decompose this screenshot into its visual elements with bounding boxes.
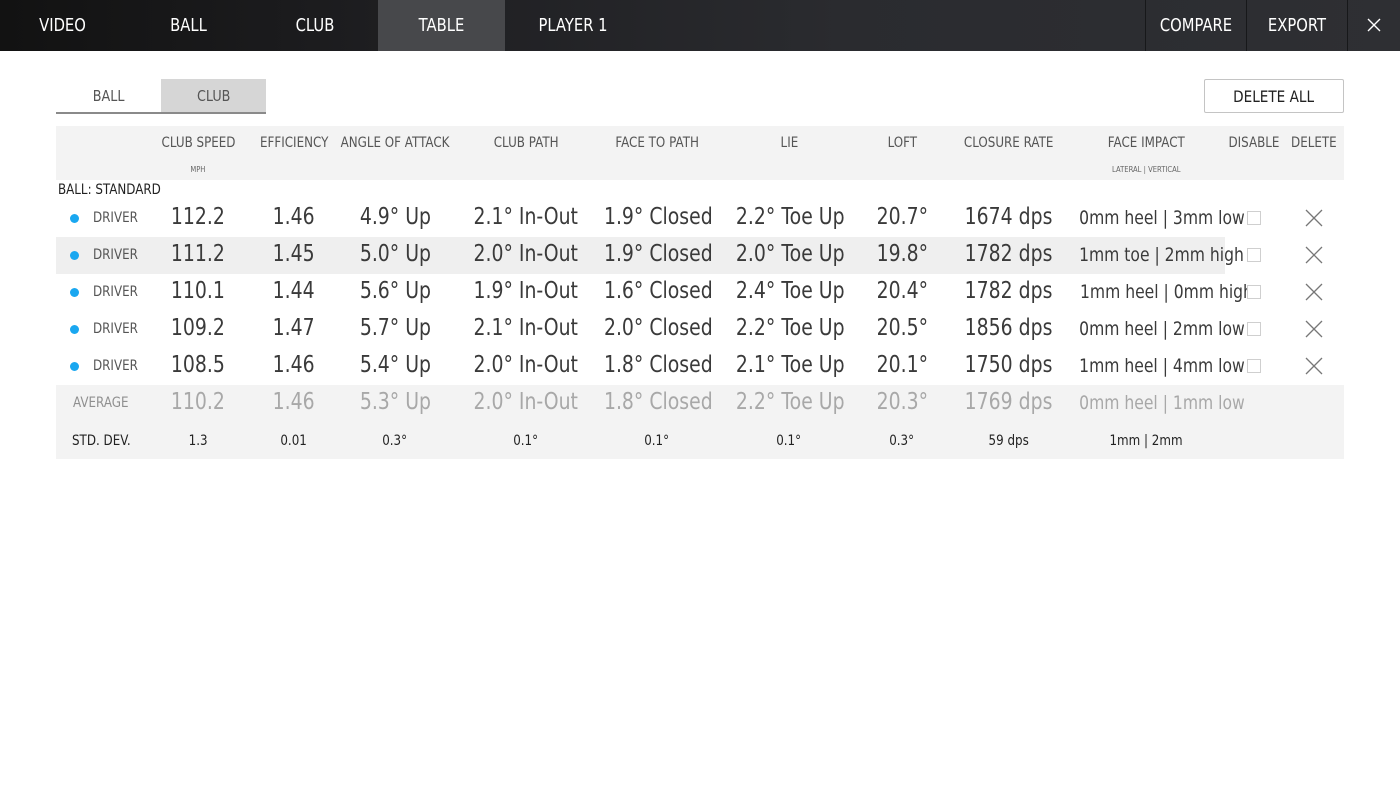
table-cell: 1750 dps [965, 352, 1053, 378]
top-navigation-bar: VIDEO BALL CLUB TABLE PLAYER 1 COMPARE E… [0, 0, 1400, 51]
stddev-cell: 0.3° [889, 433, 915, 449]
column-header: DELETE [1291, 135, 1337, 151]
table-cell: 1.6° Closed [603, 278, 713, 304]
table-cell: 4.9° Up [359, 204, 431, 230]
disable-checkbox[interactable] [1247, 322, 1261, 336]
table-cell: 2.2° Toe Up [735, 315, 845, 341]
average-cell: 5.3° Up [359, 389, 431, 415]
shot-color-dot [70, 362, 79, 371]
subtab-ball[interactable]: BALL [56, 79, 161, 112]
table-cell: 2.0° In-Out [473, 241, 579, 267]
delete-row-button[interactable] [1304, 282, 1324, 302]
disable-checkbox[interactable] [1247, 248, 1261, 262]
stddev-cell: 59 dps [988, 433, 1030, 449]
delete-x-icon [1305, 283, 1323, 301]
table-cell: 1782 dps [965, 241, 1053, 267]
table-row[interactable]: DRIVER 108.5 1.46 5.4° Up 2.0° In-Out 1.8° Cl… [56, 348, 1344, 385]
nav-tab-ball[interactable]: BALL [136, 0, 240, 51]
delete-x-icon [1305, 320, 1323, 338]
view-subtabs: BALL CLUB [56, 79, 266, 114]
table-cell: 1mm toe | 2mm high [1079, 244, 1244, 266]
table-cell: 2.0° Toe Up [735, 241, 845, 267]
stddev-label: STD. DEV. [72, 433, 131, 449]
subtab-ball-label: BALL [92, 87, 125, 105]
delete-x-icon [1305, 209, 1323, 227]
stddev-cell: 0.3° [382, 433, 408, 449]
table-cell: 2.1° Toe Up [735, 352, 845, 378]
subtab-club[interactable]: CLUB [161, 79, 266, 112]
delete-row-button[interactable] [1304, 245, 1324, 265]
stddev-cell: 0.1° [776, 433, 802, 449]
average-cell: 2.2° Toe Up [735, 389, 845, 415]
column-header: CLUB PATH [493, 135, 559, 151]
table-cell: 5.4° Up [359, 352, 431, 378]
export-button[interactable]: EXPORT [1256, 0, 1338, 51]
delete-all-label: DELETE ALL [1233, 87, 1315, 106]
disable-checkbox[interactable] [1247, 211, 1261, 225]
average-cell: 1.8° Closed [603, 389, 713, 415]
stddev-cell: 0.1° [644, 433, 670, 449]
disable-checkbox[interactable] [1247, 359, 1261, 373]
table-cell: 1674 dps [965, 204, 1053, 230]
average-cell: 0mm heel | 1mm low [1079, 392, 1245, 414]
close-button[interactable] [1348, 0, 1400, 51]
disable-checkbox[interactable] [1247, 285, 1261, 299]
table-cell: 1782 dps [965, 278, 1053, 304]
column-unit: MPH [190, 165, 206, 174]
table-cell: 5.6° Up [359, 278, 431, 304]
column-header: ANGLE OF ATTACK [340, 135, 450, 151]
table-cell: 5.7° Up [359, 315, 431, 341]
shot-color-dot [70, 288, 79, 297]
shot-color-dot [70, 214, 79, 223]
average-cell: 1769 dps [965, 389, 1053, 415]
table-row[interactable]: DRIVER 111.2 1.45 5.0° Up 2.0° In-Out 1.9° Cl… [56, 237, 1344, 274]
column-header: FACE TO PATH [615, 135, 699, 151]
subtab-club-label: CLUB [196, 87, 231, 105]
compare-button[interactable]: COMPARE [1155, 0, 1237, 51]
delete-x-icon [1305, 357, 1323, 375]
table-cell: 1.8° Closed [603, 352, 713, 378]
table-cell: 1856 dps [965, 315, 1053, 341]
table-cell: 2.0° In-Out [473, 352, 579, 378]
table-cell: 2.4° Toe Up [735, 278, 845, 304]
table-cell: 1.9° Closed [603, 241, 713, 267]
shot-color-dot [70, 251, 79, 260]
nav-divider [1145, 0, 1146, 51]
column-header: CLOSURE RATE [964, 135, 1054, 151]
nav-divider [1246, 0, 1247, 51]
delete-x-icon [1305, 246, 1323, 264]
table-cell: 0mm heel | 2mm low [1079, 318, 1245, 340]
table-cell: 5.0° Up [359, 241, 431, 267]
table-row[interactable]: DRIVER 110.1 1.44 5.6° Up 1.9° In-Out 1.6° Cl… [56, 274, 1344, 311]
shot-color-dot [70, 325, 79, 334]
summary-block: AVERAGE 110.2 1.46 5.3° Up 2.0° In-Out 1.8° C… [56, 385, 1344, 459]
nav-tab-video[interactable]: VIDEO [11, 0, 114, 51]
delete-row-button[interactable] [1304, 208, 1324, 228]
stddev-cell: 1mm | 2mm [1109, 433, 1183, 449]
stddev-cell: 0.1° [513, 433, 539, 449]
delete-row-button[interactable] [1304, 356, 1324, 376]
column-unit: LATERAL | VERTICAL [1111, 165, 1181, 174]
table-cell: 2.0° Closed [603, 315, 713, 341]
table-cell: 1mm heel | 4mm low [1079, 355, 1245, 377]
average-label: AVERAGE [73, 395, 129, 411]
table-cell: 2.2° Toe Up [735, 204, 845, 230]
table-cell: 0mm heel | 3mm low [1079, 207, 1245, 229]
table-row[interactable]: DRIVER 109.2 1.47 5.7° Up 2.1° In-Out 2.0° Cl… [56, 311, 1344, 348]
group-title: BALL: STANDARD [58, 182, 161, 198]
nav-tab-table[interactable]: TABLE [389, 0, 493, 51]
table-cell: 2.1° In-Out [473, 315, 579, 341]
delete-all-button[interactable]: DELETE ALL [1204, 79, 1344, 113]
table-cell: 2.1° In-Out [473, 204, 579, 230]
table-cell: 1.9° In-Out [473, 278, 579, 304]
table-cell: 1mm heel | 0mm high [1079, 281, 1253, 303]
nav-tab-player[interactable]: PLAYER 1 [517, 0, 629, 51]
delete-row-button[interactable] [1304, 319, 1324, 339]
table-cell: 1.9° Closed [603, 204, 713, 230]
average-cell: 2.0° In-Out [473, 389, 579, 415]
nav-tab-club[interactable]: CLUB [263, 0, 366, 51]
table-row[interactable]: DRIVER 112.2 1.46 4.9° Up 2.1° In-Out 1.9° Cl… [56, 200, 1344, 237]
close-icon [1367, 18, 1381, 32]
